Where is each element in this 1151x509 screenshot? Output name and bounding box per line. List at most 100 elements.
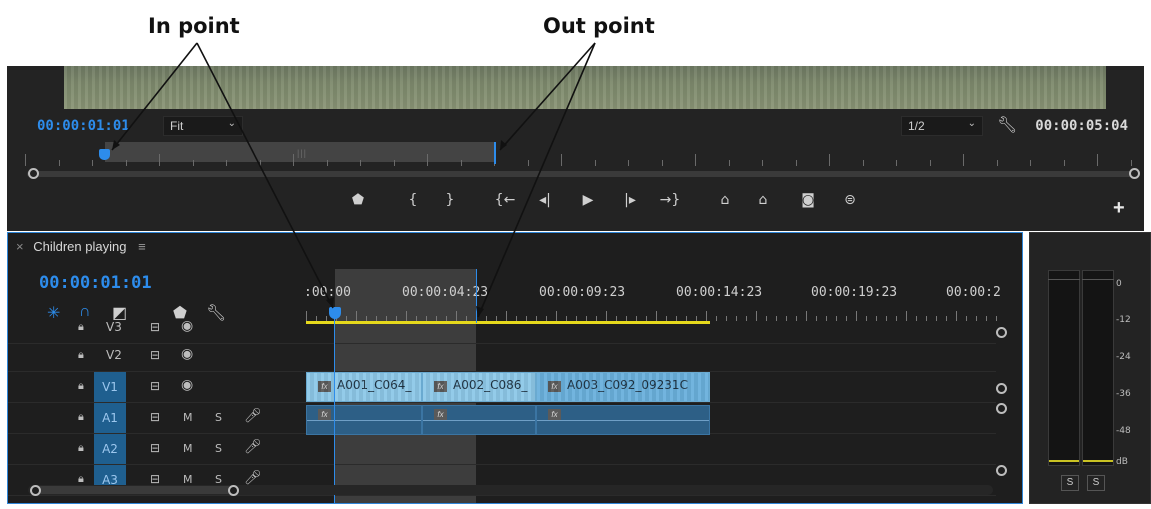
- extract-button[interactable]: ⌂: [752, 192, 774, 208]
- playhead-timecode[interactable]: 00:00:01:01: [37, 118, 130, 134]
- track-name[interactable]: V1: [94, 372, 126, 402]
- video-clip[interactable]: fx A001_C064_: [306, 372, 422, 402]
- comparison-view-button[interactable]: ⊜: [839, 192, 861, 208]
- work-area-bar[interactable]: [306, 321, 710, 324]
- monitor-zoom-scrollbar[interactable]: [27, 171, 1137, 177]
- sync-lock-icon[interactable]: ⊟: [150, 379, 160, 393]
- sync-lock-icon[interactable]: ⊟: [150, 410, 160, 424]
- ruler-tick: [986, 316, 987, 321]
- lock-icon[interactable]: 🔒︎: [78, 410, 84, 424]
- track-name[interactable]: A1: [94, 403, 126, 433]
- lock-icon[interactable]: 🔒︎: [78, 320, 84, 334]
- meter-solo-right-button[interactable]: S: [1087, 475, 1105, 491]
- sync-lock-icon[interactable]: ⊟: [150, 348, 160, 362]
- microphone-icon[interactable]: 🎤︎: [244, 470, 262, 486]
- ruler-tick: [966, 316, 967, 321]
- ruler-tick: [976, 316, 977, 321]
- solo-button[interactable]: S: [215, 411, 222, 424]
- fx-badge: fx: [434, 409, 447, 420]
- monitor-playhead[interactable]: [99, 149, 110, 160]
- audio-clip[interactable]: fx: [306, 405, 422, 435]
- add-marker-button[interactable]: ⬟: [347, 192, 369, 208]
- meter-channel-right: [1082, 270, 1114, 466]
- track-name[interactable]: V2: [106, 348, 122, 362]
- eye-icon[interactable]: ◉: [181, 377, 193, 393]
- timeline-playhead[interactable]: [329, 307, 341, 319]
- video-clip[interactable]: fx A002_C086_: [422, 372, 536, 402]
- go-to-in-button[interactable]: {←: [494, 192, 516, 208]
- scroll-handle-left[interactable]: [30, 485, 41, 496]
- play-button[interactable]: ▶: [577, 192, 599, 208]
- resolution-dropdown[interactable]: 1/2 ⌄: [901, 116, 983, 136]
- microphone-icon[interactable]: 🎤︎: [244, 408, 262, 424]
- scroll-handle-right[interactable]: [1129, 168, 1140, 179]
- track-name[interactable]: V3: [106, 320, 122, 334]
- ruler-label: 00:00:09:23: [539, 285, 626, 300]
- ruler-tick: [946, 316, 947, 321]
- audio-clip[interactable]: fx: [536, 405, 710, 435]
- lock-icon[interactable]: 🔒︎: [78, 472, 84, 486]
- mute-button[interactable]: M: [183, 411, 193, 424]
- vertical-scroll-handle-bottom[interactable]: [996, 465, 1007, 476]
- track-header-a2[interactable]: 🔒︎ A2 ⊟ M S 🎤︎: [8, 434, 306, 465]
- audio-volume-line[interactable]: [423, 420, 535, 421]
- close-icon[interactable]: ×: [16, 239, 24, 254]
- timeline-panel: × Children playing ≡ 00:00:01:01 ✳︎ ∩ ◩ …: [7, 232, 1023, 504]
- track-header-v2[interactable]: 🔒︎ V2 ⊟ ◉: [8, 341, 306, 372]
- ruler-tick: [1097, 154, 1098, 166]
- lock-icon[interactable]: 🔒︎: [78, 379, 84, 393]
- microphone-icon[interactable]: 🎤︎: [244, 439, 262, 455]
- track-divider: [306, 464, 996, 465]
- vertical-scroll-handle-v1[interactable]: [996, 383, 1007, 394]
- panel-menu-icon[interactable]: ≡: [138, 239, 146, 254]
- lift-button[interactable]: ⌂: [714, 192, 736, 208]
- vertical-scroll-handle-a1[interactable]: [996, 403, 1007, 414]
- step-forward-button[interactable]: |▸: [619, 192, 641, 208]
- track-name[interactable]: A2: [94, 434, 126, 464]
- lock-icon[interactable]: 🔒︎: [78, 348, 84, 362]
- out-point-marker[interactable]: [494, 142, 496, 164]
- sync-lock-icon[interactable]: ⊟: [150, 320, 160, 334]
- wrench-icon[interactable]: 🔧︎: [997, 115, 1017, 135]
- button-editor-add-button[interactable]: +: [1113, 197, 1125, 220]
- mark-in-button[interactable]: {: [402, 192, 424, 208]
- audio-volume-line[interactable]: [537, 420, 709, 421]
- ruler-tick: [192, 160, 194, 166]
- solo-button[interactable]: S: [215, 442, 222, 455]
- meter-solo-left-button[interactable]: S: [1061, 475, 1079, 491]
- clip-label: A002_C086_: [453, 378, 528, 392]
- track-header-v1[interactable]: 🔒︎ V1 ⊟ ◉: [8, 372, 306, 403]
- video-clip[interactable]: fx A003_C092_09231C: [536, 372, 710, 402]
- ruler-tick: [226, 160, 227, 166]
- tracks-area[interactable]: fx A001_C064_ fx fx A002_C086_ fx fx A003_C092_…: [306, 325, 996, 503]
- ruler-tick: [756, 311, 757, 321]
- sync-lock-icon[interactable]: ⊟: [150, 472, 160, 486]
- eye-icon[interactable]: ◉: [181, 346, 193, 362]
- vertical-scroll-handle-top[interactable]: [996, 327, 1007, 338]
- track-header-a1[interactable]: 🔒︎ A1 ⊟ M S 🎤︎: [8, 403, 306, 434]
- ruler-tick: [1130, 160, 1132, 166]
- scroll-handle-left[interactable]: [28, 168, 39, 179]
- monitor-time-ruler[interactable]: [25, 140, 1132, 166]
- step-back-button[interactable]: ◂|: [534, 192, 556, 208]
- ruler-tick: [846, 316, 847, 321]
- zoom-dropdown[interactable]: Fit ⌄: [163, 116, 243, 136]
- lock-icon[interactable]: 🔒︎: [78, 441, 84, 455]
- export-frame-button[interactable]: ◙: [797, 192, 819, 208]
- audio-clip[interactable]: fx: [422, 405, 536, 435]
- go-to-out-button[interactable]: →}: [659, 192, 681, 208]
- mark-out-button[interactable]: }: [439, 192, 461, 208]
- track-header-v3[interactable]: 🔒︎ V3 ⊟ ◉: [8, 313, 306, 344]
- mute-button[interactable]: M: [183, 442, 193, 455]
- timeline-horizontal-scrollbar[interactable]: [28, 485, 993, 495]
- scrollbar-thumb[interactable]: [36, 486, 232, 494]
- ruler-tick: [816, 316, 817, 321]
- meter-scale-label: 0: [1116, 279, 1122, 289]
- sequence-tab[interactable]: × Children playing ≡: [16, 239, 146, 254]
- eye-icon[interactable]: ◉: [181, 318, 193, 334]
- sync-lock-icon[interactable]: ⊟: [150, 441, 160, 455]
- timeline-timecode[interactable]: 00:00:01:01: [39, 273, 152, 293]
- scroll-handle-right[interactable]: [228, 485, 239, 496]
- audio-volume-line[interactable]: [307, 420, 421, 421]
- meter-scale-label: -12: [1116, 315, 1131, 325]
